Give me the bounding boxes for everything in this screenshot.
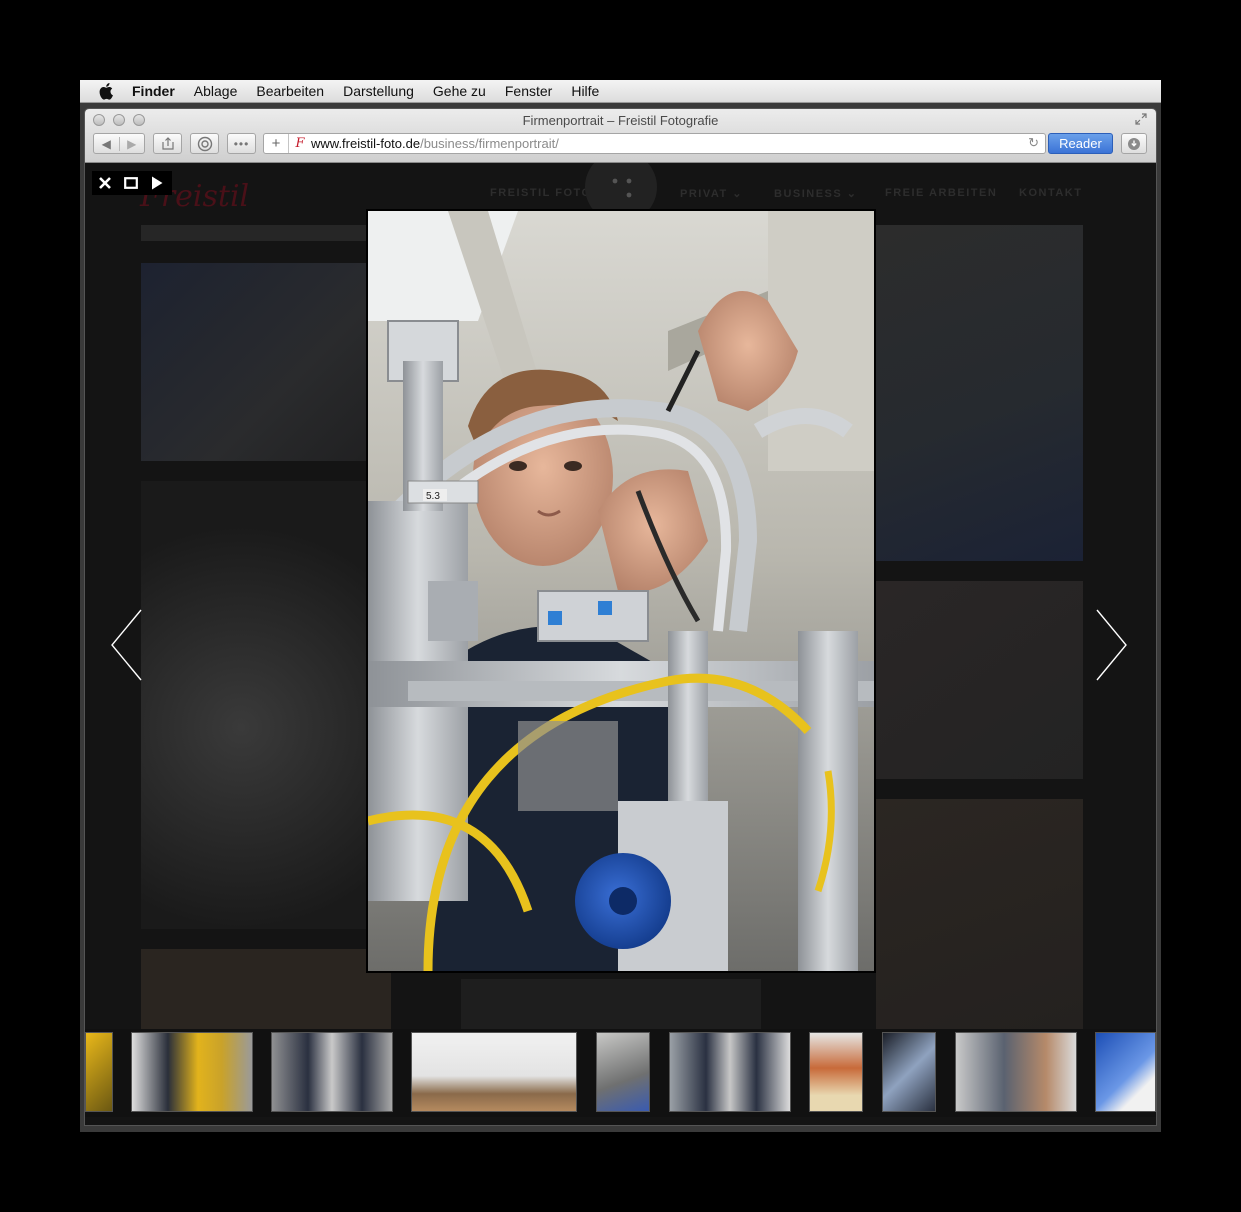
back-icon[interactable]: ◀ xyxy=(94,136,120,151)
reload-icon[interactable]: ↻ xyxy=(1028,135,1039,151)
thumbnail[interactable] xyxy=(271,1032,393,1112)
thumbnail-strip xyxy=(85,1029,1156,1117)
forward-icon[interactable]: ▶ xyxy=(120,137,145,151)
thumbnail[interactable] xyxy=(85,1032,113,1112)
download-icon xyxy=(1128,137,1140,150)
window-title: Firmenportrait – Freistil Fotografie xyxy=(522,113,719,128)
fullscreen-icon[interactable] xyxy=(118,171,144,195)
next-arrow-icon[interactable] xyxy=(1095,608,1129,682)
share-button[interactable] xyxy=(153,133,182,154)
gallery-tile xyxy=(141,949,391,1029)
lightbox-main-photo[interactable]: 5.3 xyxy=(366,209,876,973)
browser-window: Firmenportrait – Freistil Fotografie ◀ ▶… xyxy=(85,109,1156,1125)
menu-hilfe[interactable]: Hilfe xyxy=(571,83,599,99)
at-icon xyxy=(197,136,212,151)
nav-kontakt[interactable]: KONTAKT xyxy=(1019,187,1082,199)
reading-list-button[interactable] xyxy=(190,133,219,154)
thumbnail[interactable] xyxy=(1095,1032,1156,1112)
gallery-tile xyxy=(141,263,391,461)
downloads-button[interactable] xyxy=(1121,133,1147,154)
web-page: Freistil FREISTIL FOTOGRAFIE PRIVAT ⌄ BU… xyxy=(85,163,1156,1125)
menu-bearbeiten[interactable]: Bearbeiten xyxy=(256,83,324,99)
menu-darstellung[interactable]: Darstellung xyxy=(343,83,414,99)
more-button[interactable]: ••• xyxy=(227,133,256,154)
gallery-tile xyxy=(461,979,761,1029)
menu-bar: Finder Ablage Bearbeiten Darstellung Geh… xyxy=(80,80,1161,103)
thumbnail[interactable] xyxy=(955,1032,1077,1112)
nav-privat[interactable]: PRIVAT ⌄ xyxy=(680,187,743,200)
add-bookmark-icon[interactable]: + xyxy=(264,134,289,153)
gallery-tile xyxy=(876,581,1083,779)
close-icon[interactable] xyxy=(92,171,118,195)
thumbnail[interactable] xyxy=(596,1032,650,1112)
gallery-tile xyxy=(141,225,391,241)
back-forward-buttons[interactable]: ◀ ▶ xyxy=(93,133,145,154)
photo-worker-assembly: 5.3 xyxy=(366,211,874,972)
ellipsis-icon: ••• xyxy=(233,136,250,151)
menu-app-name[interactable]: Finder xyxy=(132,83,175,99)
browser-toolbar: Firmenportrait – Freistil Fotografie ◀ ▶… xyxy=(85,109,1156,163)
menu-ablage[interactable]: Ablage xyxy=(194,83,238,99)
thumbnail[interactable] xyxy=(411,1032,577,1112)
thumbnail[interactable] xyxy=(809,1032,863,1112)
url-host: www.freistil-foto.de xyxy=(311,136,421,151)
svg-text:5.3: 5.3 xyxy=(426,491,440,502)
fullscreen-toggle-icon[interactable] xyxy=(1134,113,1148,127)
menu-fenster[interactable]: Fenster xyxy=(505,83,552,99)
nav-business[interactable]: BUSINESS ⌄ xyxy=(774,187,858,200)
address-bar[interactable]: + F www.freistil-foto.de /business/firme… xyxy=(263,133,1046,154)
menu-gehe-zu[interactable]: Gehe zu xyxy=(433,83,486,99)
desktop: Finder Ablage Bearbeiten Darstellung Geh… xyxy=(80,80,1161,1132)
thumbnail[interactable] xyxy=(669,1032,791,1112)
url-path: /business/firmenportrait/ xyxy=(420,136,559,151)
favicon-icon: F xyxy=(295,136,305,151)
gallery-tile xyxy=(876,225,1083,561)
nav-freie-arbeiten[interactable]: FREIE ARBEITEN xyxy=(885,187,997,199)
play-icon[interactable] xyxy=(144,171,170,195)
thumbnail[interactable] xyxy=(882,1032,936,1112)
gallery-tile xyxy=(876,799,1083,1029)
thumbnail[interactable] xyxy=(131,1032,253,1112)
lightbox-controls xyxy=(92,171,172,195)
reader-button[interactable]: Reader xyxy=(1048,133,1113,154)
share-icon xyxy=(161,137,174,150)
apple-icon[interactable] xyxy=(98,82,116,100)
previous-arrow-icon[interactable] xyxy=(109,608,143,682)
gallery-tile xyxy=(141,481,391,929)
